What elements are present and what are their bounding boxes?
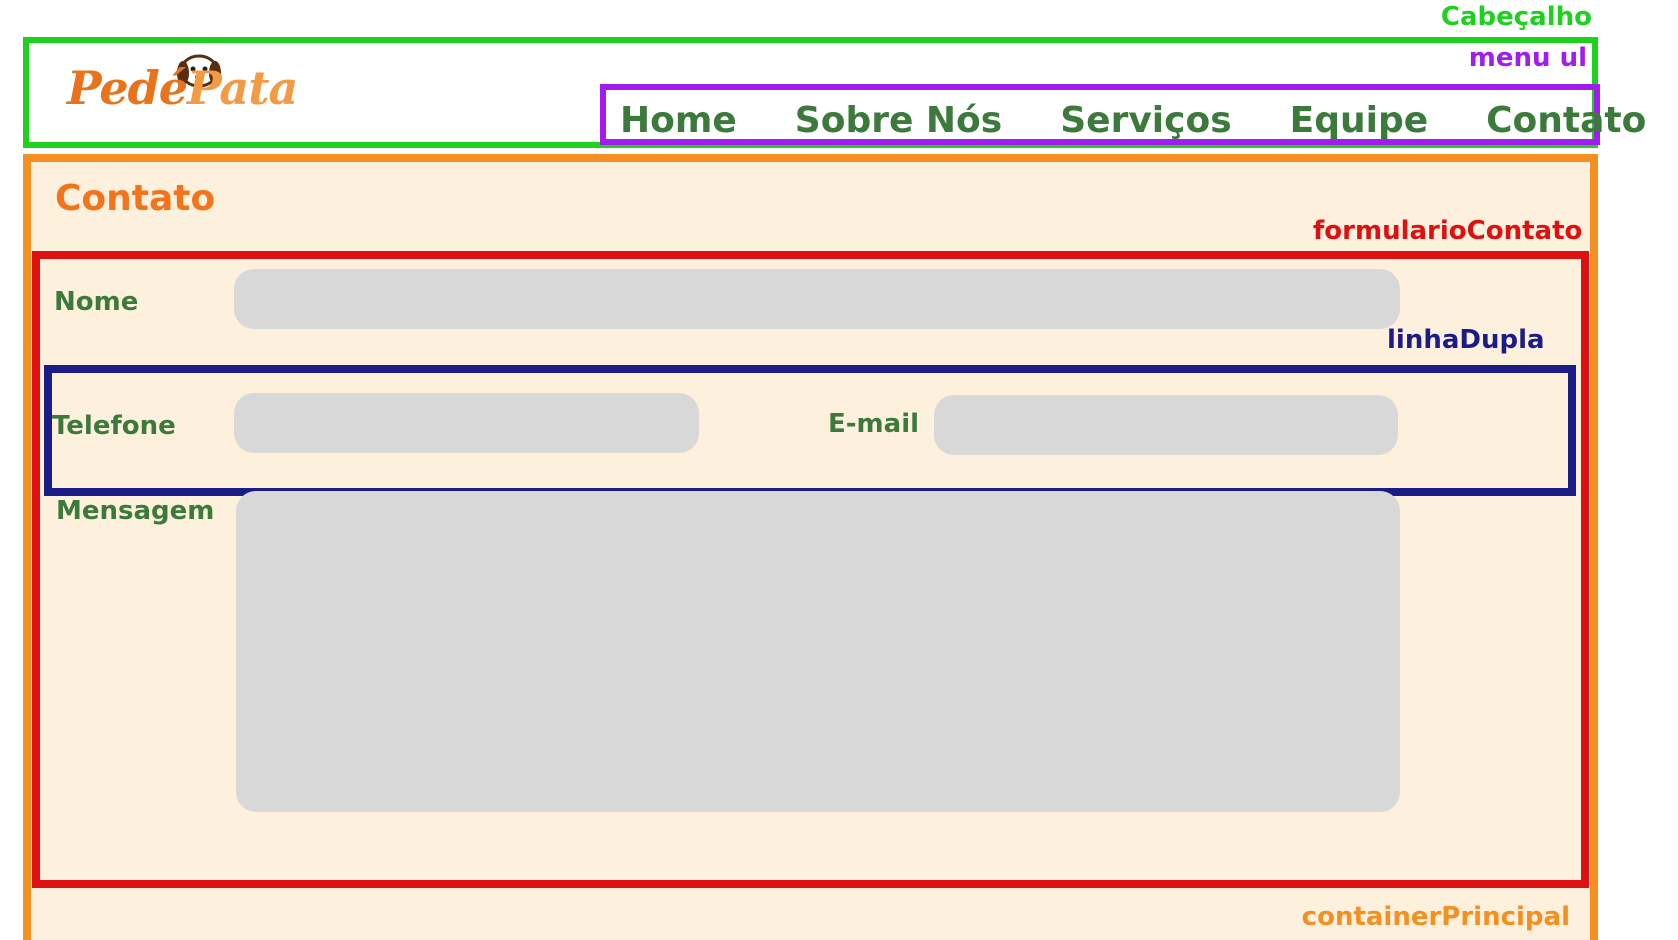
nome-input[interactable]	[234, 269, 1400, 329]
annotation-menu-ul: menu ul	[1468, 43, 1587, 73]
annotation-container-principal: containerPrincipal	[1301, 902, 1570, 932]
menu-item-contato[interactable]: Contato	[1486, 91, 1646, 139]
linha-dupla: Telefone E-mail	[44, 365, 1576, 496]
menu-item-servicos[interactable]: Serviços	[1060, 91, 1231, 139]
email-label: E-mail	[828, 409, 920, 439]
menu-item-sobre-nos[interactable]: Sobre Nós	[795, 91, 1002, 139]
logo-text-part1: Pedé	[67, 61, 188, 115]
mensagem-textarea[interactable]	[236, 491, 1400, 812]
logo-text: PedéPata	[67, 61, 298, 115]
menu-ul: Home Sobre Nós Serviços Equipe Contato	[600, 84, 1646, 145]
logo-text-part2: Pata	[187, 61, 298, 115]
annotation-linha-dupla: linhaDupla	[1387, 325, 1545, 355]
container-principal: Contato formularioContato Nome linhaDupl…	[23, 154, 1598, 940]
header: PedéPata Home Sobre Nós Serviços Equipe …	[23, 37, 1646, 148]
annotation-formulario-contato: formularioContato	[1313, 216, 1583, 246]
logo[interactable]: PedéPata	[67, 49, 307, 139]
annotation-cabecalho: Cabeçalho	[1440, 2, 1592, 32]
telefone-label: Telefone	[52, 411, 176, 441]
nome-label: Nome	[54, 287, 139, 317]
mensagem-label: Mensagem	[56, 496, 215, 526]
email-input[interactable]	[934, 395, 1398, 455]
page-title: Contato	[55, 178, 216, 219]
formulario-contato: Nome linhaDupla Telefone E-mail Mensagem	[32, 251, 1589, 888]
menu-item-home[interactable]: Home	[620, 91, 737, 139]
menu-item-equipe[interactable]: Equipe	[1290, 91, 1429, 139]
telefone-input[interactable]	[234, 393, 699, 453]
